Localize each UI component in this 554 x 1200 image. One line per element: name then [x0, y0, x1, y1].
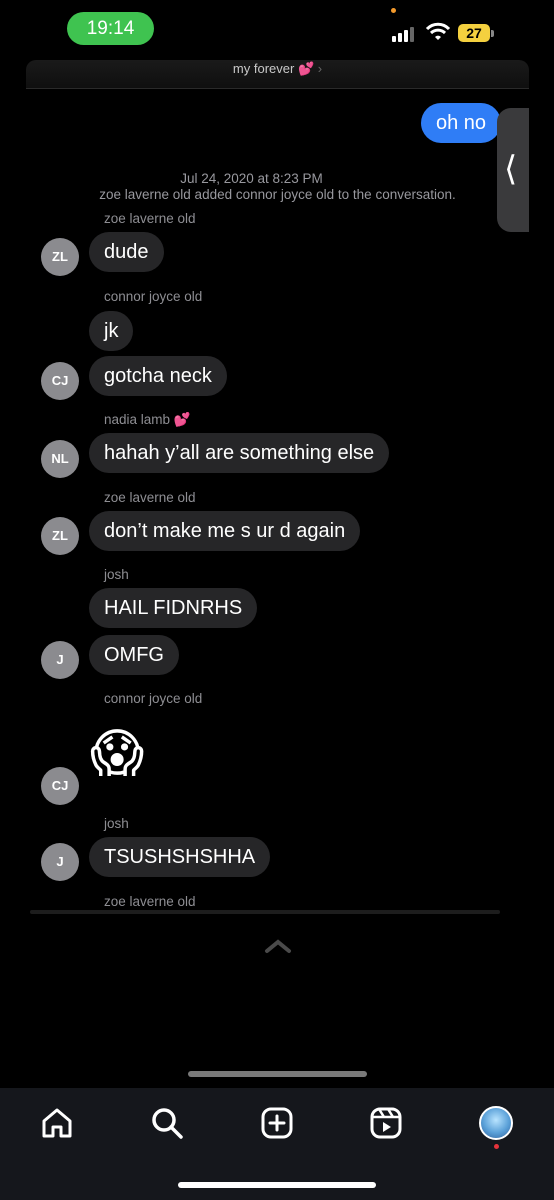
wifi-icon — [426, 22, 450, 40]
privacy-indicator-dot — [391, 8, 396, 13]
sender-name: zoe laverne old — [104, 490, 196, 505]
sender-name: connor joyce old — [104, 691, 203, 706]
pink-hearts-icon: 💕 — [297, 61, 315, 76]
chat-header: my forever 💕 › — [26, 60, 529, 89]
status-time: 19:14 — [67, 12, 154, 45]
avatar: NL — [41, 440, 79, 478]
battery-cap — [491, 30, 494, 37]
message-bubble: hahah y’all are something else — [89, 433, 390, 473]
screaming-emoji-icon: 😱 — [90, 725, 145, 783]
sender-name: zoe laverne old — [104, 894, 196, 906]
pink-hearts-icon: 💕 — [173, 412, 191, 427]
avatar: J — [41, 641, 79, 679]
sender-name: connor joyce old — [104, 289, 203, 304]
chat-title-row: my forever 💕 › — [26, 60, 529, 77]
notification-dot — [494, 1144, 499, 1149]
message-bubble: TSUSHSHSHHA — [89, 837, 271, 877]
search-icon[interactable] — [150, 1106, 184, 1140]
reels-icon[interactable] — [369, 1106, 403, 1140]
chevron-left-icon: ⟨ — [504, 150, 518, 188]
battery-icon: 27 — [458, 24, 490, 42]
outgoing-message: oh no — [421, 103, 502, 143]
sender-name: nadia lamb — [104, 412, 171, 427]
system-event: zoe laverne old added connor joyce old t… — [99, 187, 456, 202]
message-bubble: don’t make me s ur d again — [89, 511, 361, 551]
avatar: CJ — [41, 767, 79, 805]
inner-home-indicator — [188, 1071, 367, 1077]
sender-name-row: nadia lamb 💕 — [104, 412, 191, 428]
sender-name: zoe laverne old — [104, 211, 196, 226]
chat-title: my forever — [232, 61, 295, 76]
message-bubble: OMFG — [89, 635, 179, 675]
sender-name: josh — [104, 567, 129, 582]
screenshot-bottom-edge — [30, 910, 500, 914]
home-icon[interactable] — [40, 1106, 74, 1140]
sender-name: josh — [104, 816, 129, 831]
avatar: CJ — [41, 362, 79, 400]
chevron-up-icon[interactable] — [263, 937, 293, 955]
cellular-signal-icon — [392, 26, 416, 42]
avatar: ZL — [41, 517, 79, 555]
message-bubble: dude — [89, 232, 164, 272]
avatar: J — [41, 843, 79, 881]
avatar: ZL — [41, 238, 79, 276]
message-bubble: jk — [89, 311, 134, 351]
create-icon[interactable] — [260, 1106, 294, 1140]
home-indicator — [178, 1182, 376, 1188]
chevron-right-icon: › — [317, 61, 323, 76]
profile-avatar[interactable] — [479, 1106, 513, 1140]
message-bubble: gotcha neck — [89, 356, 227, 396]
message-bubble: HAIL FIDNRHS — [89, 588, 258, 628]
system-date: Jul 24, 2020 at 8:23 PM — [180, 171, 323, 186]
